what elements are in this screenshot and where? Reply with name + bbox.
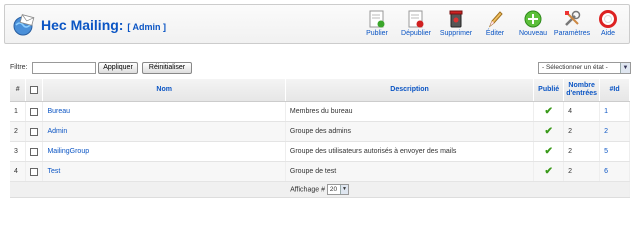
- row-checkbox-cell: [25, 121, 44, 142]
- row-published-cell: ✔: [533, 121, 565, 142]
- settings-button[interactable]: Paramètres: [553, 8, 591, 42]
- published-check-icon[interactable]: ✔: [544, 146, 552, 157]
- col-name-header[interactable]: Nom: [42, 79, 286, 102]
- display-count-value: 20: [329, 186, 338, 193]
- display-count-select[interactable]: 20 ▼: [326, 184, 349, 195]
- table-row: 3 MailingGroup Groupe des utilisateurs a…: [10, 141, 630, 162]
- new-label: Nouveau: [518, 30, 548, 37]
- row-id: 1: [599, 101, 630, 122]
- row-entries: 2: [563, 121, 601, 142]
- header-toolbar: Hec Mailing: [ Admin ] Publier Dépublier: [4, 4, 630, 44]
- table-row: 2 Admin Groupe des admins ✔ 2 2: [10, 121, 630, 142]
- publish-button[interactable]: Publier: [358, 8, 396, 42]
- new-button[interactable]: Nouveau: [514, 8, 552, 42]
- col-description-header[interactable]: Description: [285, 79, 535, 102]
- publish-label: Publier: [366, 30, 388, 37]
- unpublish-button[interactable]: Dépublier: [397, 8, 435, 42]
- row-num: 4: [10, 161, 27, 182]
- row-name-link[interactable]: Admin: [42, 121, 286, 142]
- chevron-down-icon: ▼: [339, 185, 348, 194]
- row-published-cell: ✔: [533, 141, 565, 162]
- col-select-header: [25, 79, 44, 102]
- settings-label: Paramètres: [553, 30, 591, 37]
- select-all-checkbox[interactable]: [30, 85, 39, 94]
- state-select[interactable]: - Sélectionner un état - ▼: [538, 62, 631, 74]
- row-id: 5: [599, 141, 630, 162]
- reset-button[interactable]: Réinitialiser: [142, 62, 192, 74]
- help-label: Aide: [600, 30, 615, 37]
- row-description: Membres du bureau: [285, 101, 535, 122]
- row-num: 2: [10, 121, 27, 142]
- trash-icon: [449, 10, 463, 28]
- row-id: 6: [599, 161, 630, 182]
- new-icon: [524, 10, 542, 28]
- published-check-icon[interactable]: ✔: [544, 166, 552, 177]
- state-select-value: - Sélectionner un état -: [542, 64, 608, 71]
- col-id-header[interactable]: #Id: [599, 79, 630, 102]
- help-icon: [599, 10, 617, 28]
- row-published-cell: ✔: [533, 101, 565, 122]
- col-num-header: #: [10, 79, 27, 102]
- row-checkbox[interactable]: [30, 107, 39, 116]
- pagination-cell: Affichage # 20 ▼: [10, 181, 630, 198]
- delete-label: Supprimer: [439, 30, 473, 37]
- filter-label: Filtre:: [10, 64, 28, 71]
- row-checkbox[interactable]: [30, 147, 39, 156]
- col-entries-header[interactable]: Nombre d'entrées: [563, 79, 601, 102]
- row-checkbox[interactable]: [30, 167, 39, 176]
- page-title: Hec Mailing: [ Admin ]: [41, 17, 166, 33]
- table-row: 4 Test Groupe de test ✔ 2 6: [10, 161, 630, 182]
- page-title-text: Hec Mailing:: [41, 17, 124, 33]
- row-entries: 4: [563, 101, 601, 122]
- unpublish-icon: [408, 10, 424, 28]
- table-row: 1 Bureau Membres du bureau ✔ 4 1: [10, 101, 630, 122]
- row-checkbox-cell: [25, 161, 44, 182]
- row-description: Groupe des admins: [285, 121, 535, 142]
- row-id: 2: [599, 121, 630, 142]
- row-name-link[interactable]: Test: [42, 161, 286, 182]
- row-name-link[interactable]: Bureau: [42, 101, 286, 122]
- row-num: 1: [10, 101, 27, 122]
- col-published-header[interactable]: Publié: [533, 79, 565, 102]
- row-published-cell: ✔: [533, 161, 565, 182]
- mailing-logo-icon: [13, 14, 35, 36]
- row-num: 3: [10, 141, 27, 162]
- table-header-row: # Nom Description Publié Nombre d'entrée…: [10, 79, 630, 102]
- groups-table: # Nom Description Publié Nombre d'entrée…: [10, 79, 630, 198]
- row-description: Groupe de test: [285, 161, 535, 182]
- chevron-down-icon: ▼: [620, 63, 630, 73]
- published-check-icon[interactable]: ✔: [544, 126, 552, 137]
- apply-button[interactable]: Appliquer: [98, 62, 138, 74]
- edit-icon: [488, 11, 503, 28]
- publish-icon: [369, 10, 385, 28]
- row-checkbox-cell: [25, 101, 44, 122]
- help-button[interactable]: Aide: [589, 8, 627, 42]
- display-count-label: Affichage #: [290, 186, 325, 194]
- page-subtitle: [ Admin ]: [127, 22, 167, 32]
- row-description: Groupe des utilisateurs autorisés à envo…: [285, 141, 535, 162]
- edit-button[interactable]: Éditer: [476, 8, 514, 42]
- settings-icon: [565, 10, 581, 26]
- table-footer: Affichage # 20 ▼: [10, 181, 630, 198]
- row-entries: 2: [563, 161, 601, 182]
- delete-button[interactable]: Supprimer: [437, 8, 475, 42]
- published-check-icon[interactable]: ✔: [544, 106, 552, 117]
- row-checkbox[interactable]: [30, 127, 39, 136]
- filter-input[interactable]: [32, 62, 96, 74]
- unpublish-label: Dépublier: [401, 30, 431, 37]
- edit-label: Éditer: [485, 30, 505, 37]
- row-name-link[interactable]: MailingGroup: [42, 141, 286, 162]
- row-entries: 2: [563, 141, 601, 162]
- row-checkbox-cell: [25, 141, 44, 162]
